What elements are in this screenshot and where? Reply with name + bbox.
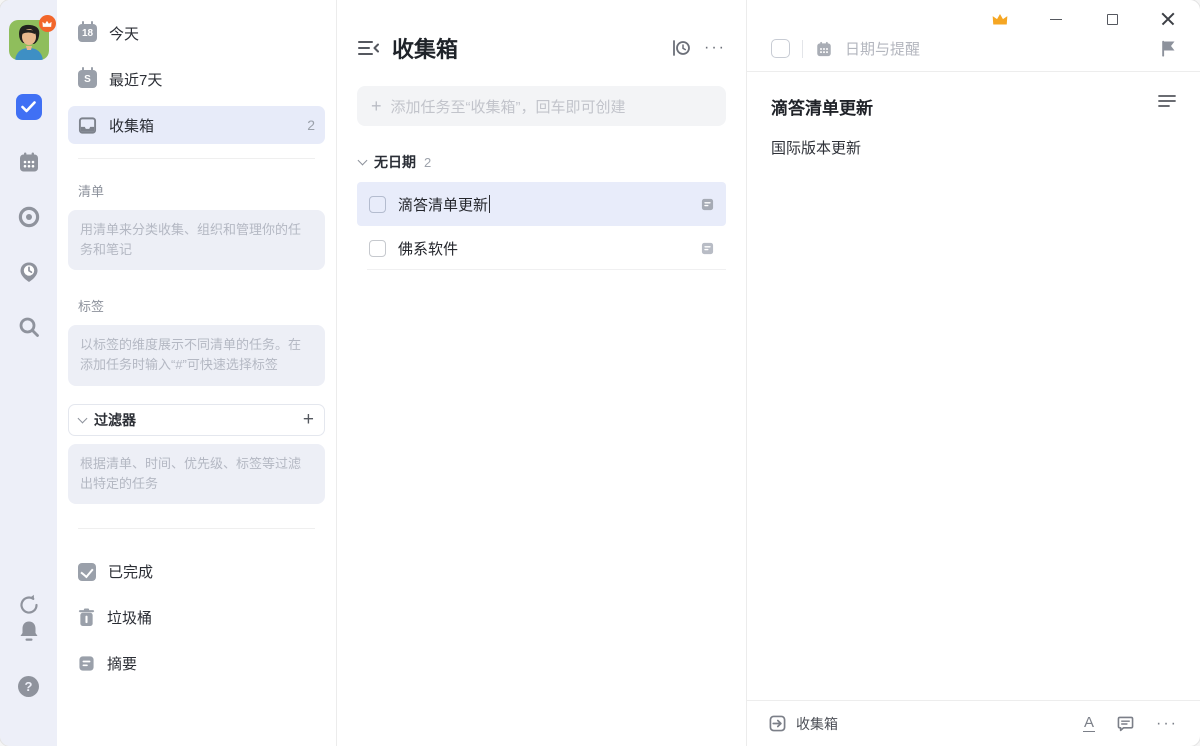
filters-title: 过滤器 [94, 410, 295, 430]
task-detail-panel: 日期与提醒 滴答清单更新 国际版本更新 收集箱 A ··· [747, 0, 1200, 746]
help-icon[interactable]: ? [16, 673, 42, 699]
detail-header: 日期与提醒 [747, 32, 1200, 72]
nav-footer: 已完成 垃圾桶 摘要 [68, 553, 325, 691]
detail-task-checkbox[interactable] [771, 39, 790, 58]
list-header: 收集箱 ··· [357, 32, 726, 64]
task-list-panel: 收集箱 ··· + 添加任务至“收集箱”，回车即可创建 无日期 2 滴答清单更新… [337, 0, 747, 746]
task-title: 佛系软件 [398, 238, 689, 259]
premium-crown-badge [39, 15, 56, 32]
nav-item-label: 今天 [109, 23, 315, 44]
icon-rail: ? [0, 0, 57, 746]
user-avatar[interactable] [9, 20, 49, 60]
check-icon [16, 94, 42, 120]
date-calendar-icon[interactable] [815, 40, 833, 58]
inbox-count-badge: 2 [307, 117, 315, 133]
trash-icon [78, 608, 95, 627]
tasks-view-icon[interactable] [16, 94, 42, 120]
ticktick-window: ? 18 今天 S 最近7天 收集箱 2 清单 用清单来分类收集、组织和管理你的… [0, 0, 1200, 746]
text-cursor [489, 195, 490, 213]
text-format-icon[interactable]: A [1083, 715, 1095, 733]
group-header-nodate[interactable]: 无日期 2 [359, 152, 724, 172]
notification-bell-icon[interactable] [16, 618, 42, 644]
focus-view-icon[interactable] [16, 259, 42, 285]
section-title-lists: 清单 [78, 181, 315, 200]
window-titlebar [747, 0, 1200, 32]
filters-empty-hint: 根据清单、时间、优先级、标签等过滤出特定的任务 [68, 444, 325, 504]
tags-empty-hint: 以标签的维度展示不同清单的任务。在添加任务时输入“#”可快速选择标签 [68, 325, 325, 385]
filters-section-header[interactable]: 过滤器 + [68, 404, 325, 436]
question-mark-icon: ? [18, 676, 39, 697]
current-list-label[interactable]: 收集箱 [796, 714, 1073, 734]
detail-task-content[interactable]: 国际版本更新 [771, 137, 1176, 158]
note-attachment-icon [701, 242, 714, 255]
minimize-button[interactable] [1048, 11, 1064, 27]
close-button[interactable] [1160, 11, 1176, 27]
nav-item-inbox[interactable]: 收集箱 2 [68, 106, 325, 144]
nav-item-next7days[interactable]: S 最近7天 [68, 60, 325, 98]
chevron-down-icon [358, 156, 368, 166]
detail-footer: 收集箱 A ··· [747, 700, 1200, 746]
nav-item-label: 收集箱 [109, 115, 295, 136]
calendar-view-icon[interactable] [16, 149, 42, 175]
inbox-icon [78, 116, 97, 135]
divider [78, 158, 315, 159]
sync-icon[interactable] [16, 592, 42, 618]
sort-by-time-icon[interactable] [671, 39, 691, 57]
nav-item-today[interactable]: 18 今天 [68, 14, 325, 52]
maximize-button[interactable] [1104, 11, 1120, 27]
detail-menu-icon[interactable] [1158, 94, 1176, 108]
task-title: 滴答清单更新 [398, 194, 689, 215]
divider [78, 528, 315, 529]
move-to-list-icon[interactable] [769, 715, 786, 732]
nav-item-trash[interactable]: 垃圾桶 [68, 599, 325, 637]
more-options-icon[interactable]: ··· [704, 40, 726, 56]
nav-item-label: 垃圾桶 [107, 607, 315, 628]
nav-item-label: 已完成 [108, 561, 315, 582]
task-row[interactable]: 滴答清单更新 [357, 182, 726, 226]
completed-check-icon [78, 563, 96, 581]
habit-view-icon[interactable] [16, 204, 42, 230]
date-reminder-label[interactable]: 日期与提醒 [845, 38, 1149, 59]
divider [802, 40, 803, 58]
nav-panel: 18 今天 S 最近7天 收集箱 2 清单 用清单来分类收集、组织和管理你的任务… [57, 0, 337, 746]
group-count: 2 [424, 155, 431, 170]
search-icon[interactable] [16, 314, 42, 340]
task-checkbox[interactable] [369, 196, 386, 213]
today-calendar-icon: 18 [78, 24, 97, 42]
summary-note-icon [78, 655, 95, 672]
task-checkbox[interactable] [369, 240, 386, 257]
section-title-tags: 标签 [78, 296, 315, 315]
add-filter-button[interactable]: + [303, 410, 314, 429]
chevron-down-icon [78, 413, 88, 423]
add-task-input[interactable]: + 添加任务至“收集箱”，回车即可创建 [357, 86, 726, 126]
premium-crown-icon[interactable] [992, 11, 1008, 27]
nav-item-label: 最近7天 [109, 69, 315, 90]
add-task-placeholder: 添加任务至“收集箱”，回车即可创建 [391, 96, 626, 117]
detail-body: 滴答清单更新 国际版本更新 [747, 72, 1200, 700]
collapse-sidebar-icon[interactable] [357, 39, 379, 57]
nav-item-label: 摘要 [107, 653, 315, 674]
group-label: 无日期 [374, 152, 416, 172]
priority-flag-icon[interactable] [1161, 40, 1176, 57]
task-row[interactable]: 佛系软件 [357, 226, 726, 270]
nav-item-completed[interactable]: 已完成 [68, 553, 325, 591]
lists-empty-hint: 用清单来分类收集、组织和管理你的任务和笔记 [68, 210, 325, 270]
detail-task-title[interactable]: 滴答清单更新 [771, 94, 1158, 119]
more-options-icon[interactable]: ··· [1156, 716, 1178, 732]
nav-item-summary[interactable]: 摘要 [68, 645, 325, 683]
plus-icon: + [371, 97, 382, 115]
week-calendar-icon: S [78, 70, 97, 88]
list-title: 收集箱 [392, 32, 658, 64]
note-attachment-icon [701, 198, 714, 211]
comment-icon[interactable] [1117, 716, 1134, 732]
